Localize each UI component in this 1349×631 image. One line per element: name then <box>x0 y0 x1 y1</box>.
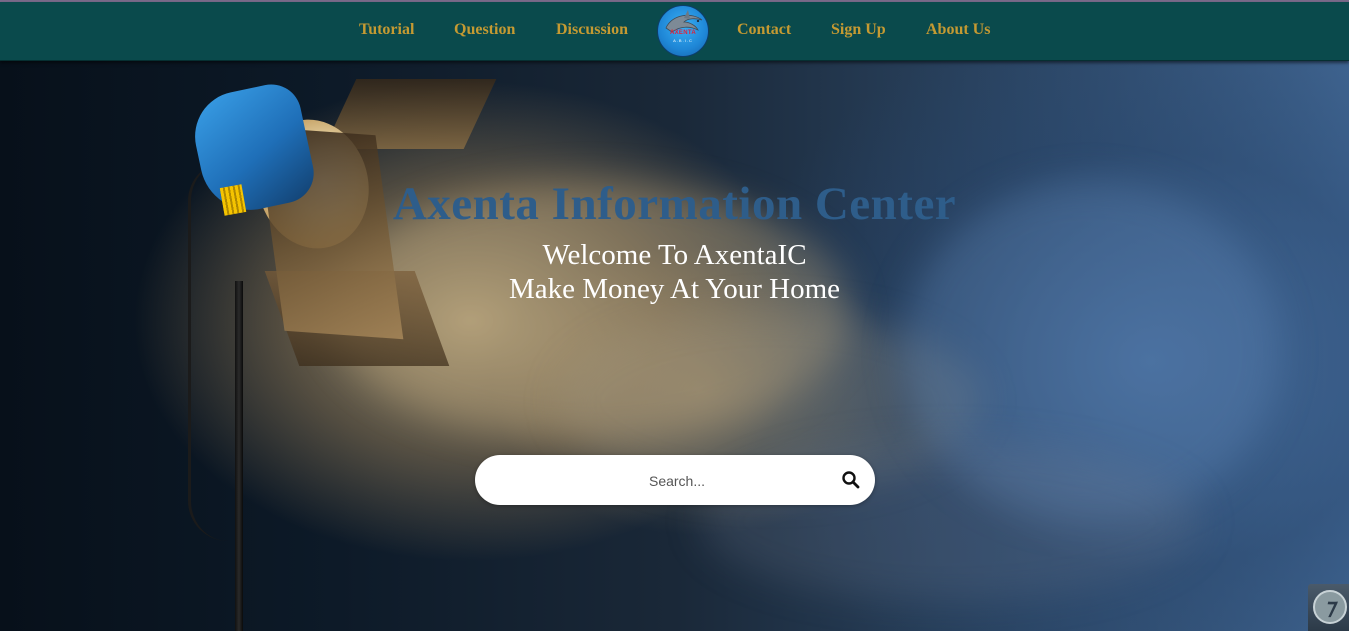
search-input[interactable] <box>515 465 839 497</box>
hero-section: Axenta Information Center Welcome To Axe… <box>0 61 1349 631</box>
nav-link-question[interactable]: Question <box>454 21 515 39</box>
assistant-badge-icon: ⁊ <box>1313 590 1347 624</box>
logo-subtext: A.B.I.C <box>673 38 693 43</box>
hero-background-image <box>0 61 1349 631</box>
nav-link-tutorial[interactable]: Tutorial <box>359 21 414 39</box>
hero-tagline: Make Money At Your Home <box>508 273 841 305</box>
logo-text: AXENTA <box>669 30 697 36</box>
nav-link-about-us[interactable]: About Us <box>926 21 990 39</box>
search-bar <box>475 455 875 505</box>
hero-title: Axenta Information Center <box>392 178 957 230</box>
search-button[interactable] <box>839 468 863 492</box>
hero-welcome-text: Welcome To AxentaIC <box>542 239 807 271</box>
site-logo[interactable]: AXENTA A.B.I.C <box>657 5 709 57</box>
nav-link-discussion[interactable]: Discussion <box>556 21 628 39</box>
nav-link-contact[interactable]: Contact <box>737 21 791 39</box>
nav-link-sign-up[interactable]: Sign Up <box>831 21 886 39</box>
navbar: Tutorial Question Discussion AXENTA A.B.… <box>0 2 1349 61</box>
corner-badge[interactable]: ⁊ <box>1308 584 1349 631</box>
search-icon <box>842 471 860 489</box>
